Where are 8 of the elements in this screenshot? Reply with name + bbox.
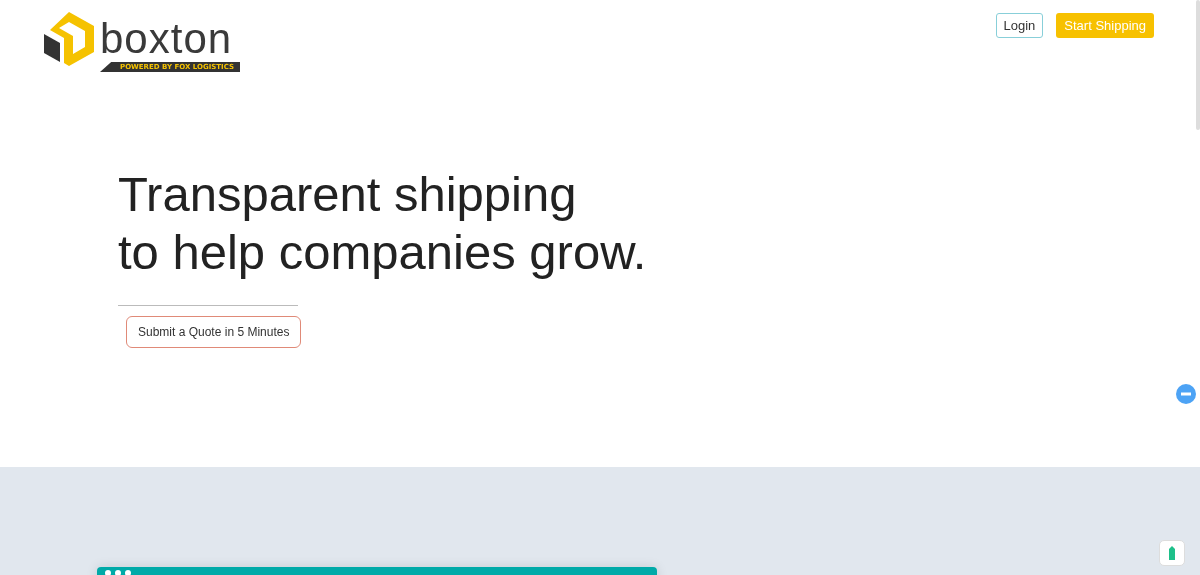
logo-icon [42, 10, 96, 68]
dots-icon [105, 570, 133, 575]
logo-wordmark: boxton [100, 19, 234, 59]
figure-icon [1169, 546, 1175, 560]
hero-headline: Transparent shipping to help companies grow. [118, 166, 648, 281]
login-button[interactable]: Login [995, 13, 1044, 38]
accessibility-button[interactable] [1159, 540, 1185, 566]
quote-button[interactable]: Submit a Quote in 5 Minutes [126, 316, 302, 348]
